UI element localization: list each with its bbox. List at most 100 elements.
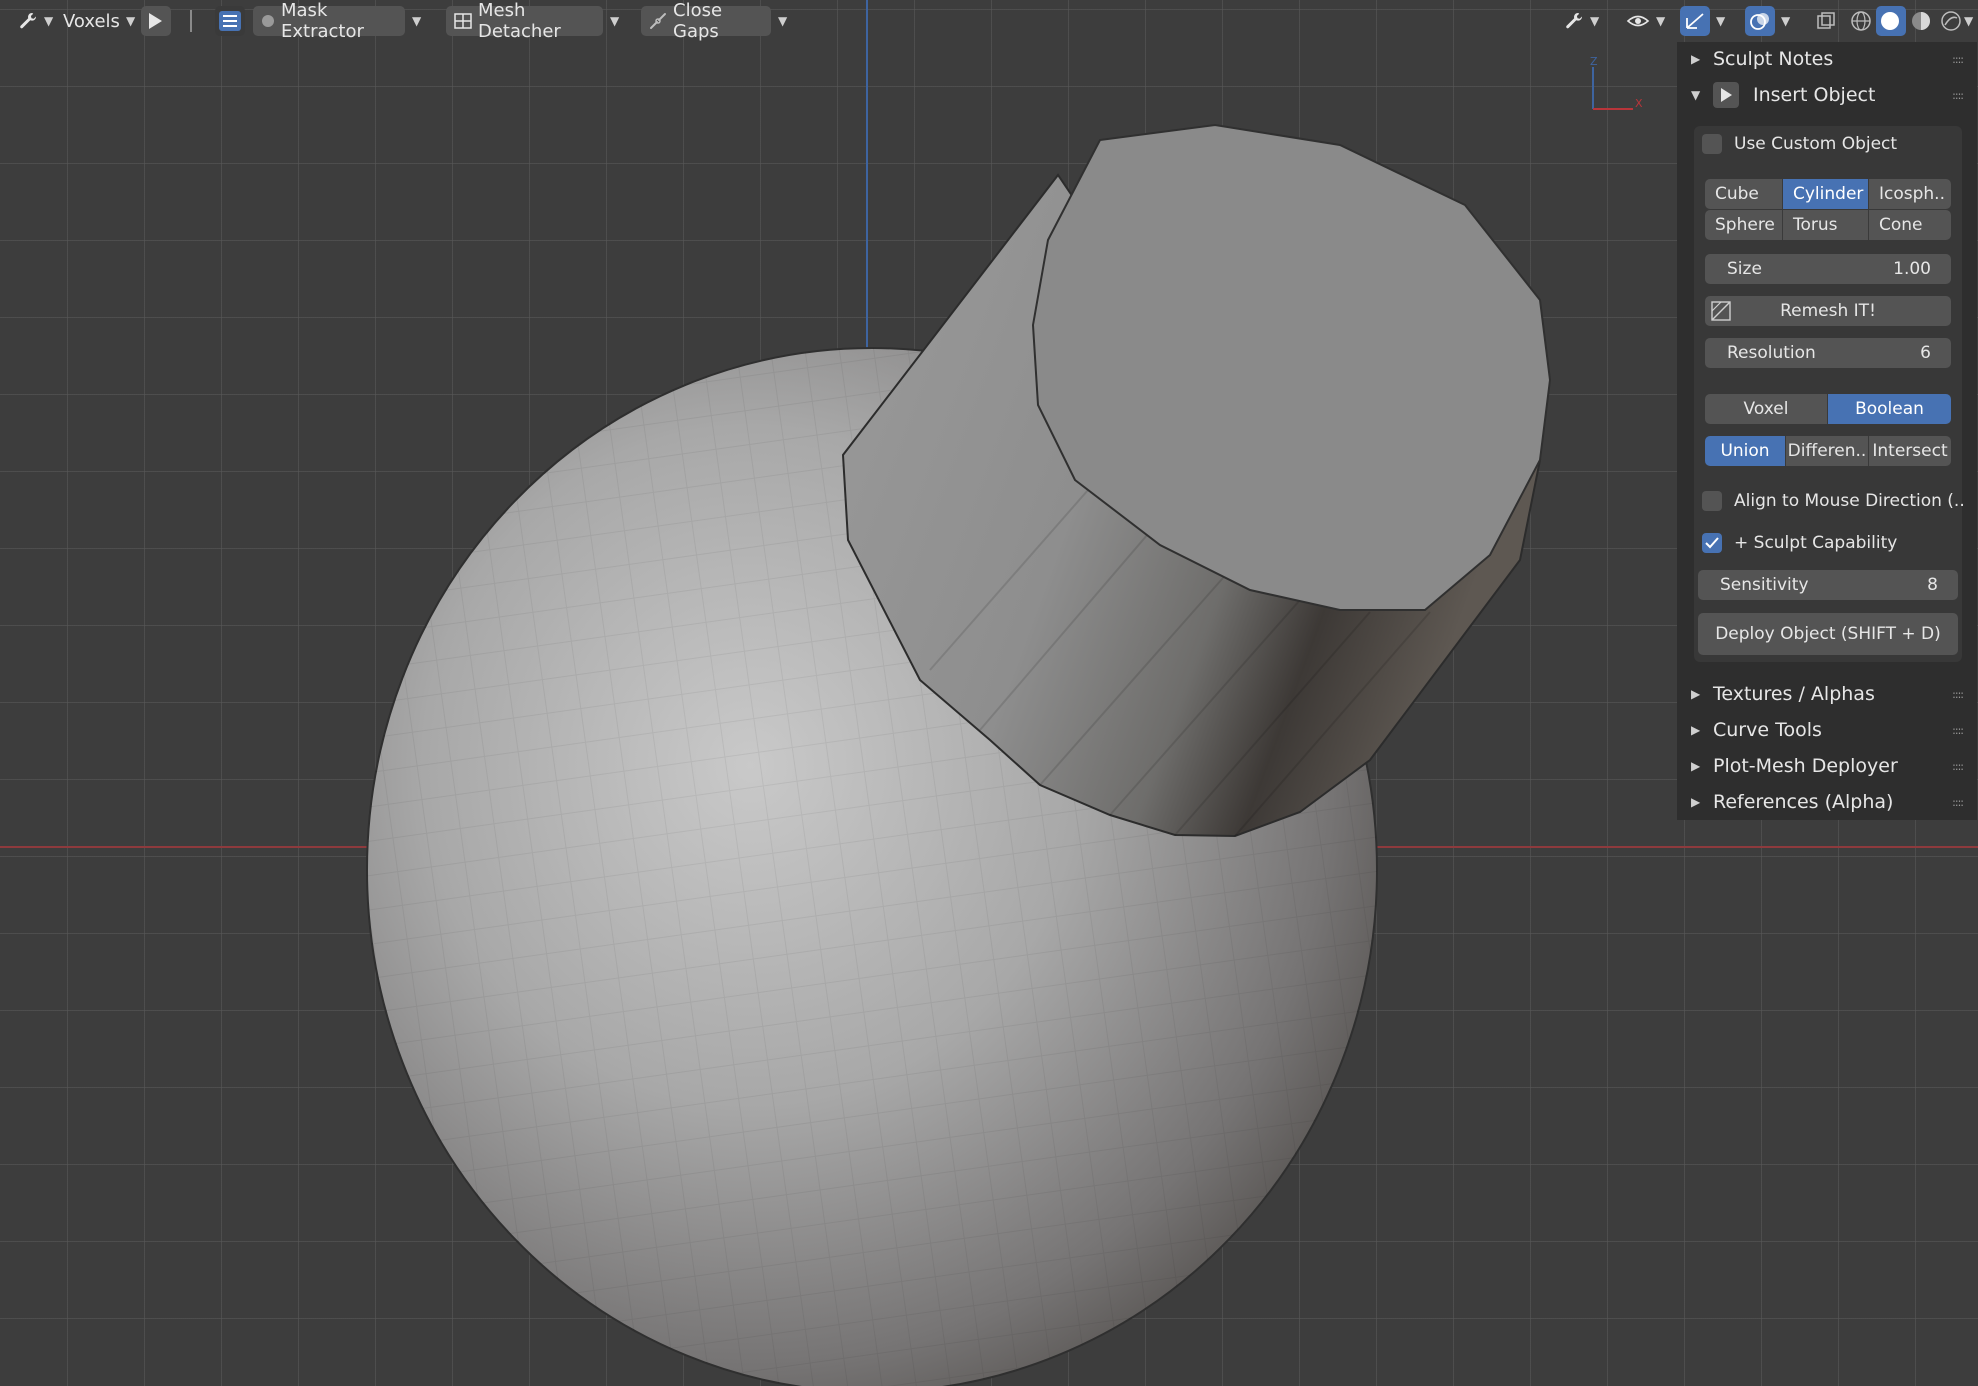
navigation-gizmo[interactable]: Z X (1585, 55, 1645, 115)
chevron-down-icon: ▼ (412, 14, 422, 28)
overlays-dropdown[interactable]: ▼ (1777, 6, 1794, 36)
close-gaps-button[interactable]: Close Gaps (641, 0, 771, 42)
sensitivity-value: 8 (1927, 575, 1938, 595)
mesh-detacher-dropdown[interactable]: ▼ (604, 6, 625, 36)
align-mouse-row[interactable]: Align to Mouse Direction (.. (1702, 488, 1965, 514)
boolean-union-button[interactable]: Union (1705, 436, 1786, 466)
drag-grip-icon[interactable]: :::: (1952, 796, 1964, 809)
panel-label: References (Alpha) (1713, 791, 1894, 813)
collapsed-triangle-icon: ▶ (1691, 759, 1701, 773)
panel-label: Insert Object (1753, 84, 1876, 106)
shading-wireframe-button[interactable] (1848, 6, 1874, 36)
gizmo-toggle-button[interactable] (1680, 6, 1710, 36)
mode-label: Voxels (63, 10, 120, 32)
shading-material-button[interactable] (1908, 6, 1934, 36)
chevron-down-icon: ▼ (778, 14, 788, 28)
boolean-difference-button[interactable]: Differen.. (1786, 436, 1869, 466)
method-voxel-button[interactable]: Voxel (1705, 394, 1828, 424)
resolution-value: 6 (1920, 343, 1931, 363)
panel-references-alpha[interactable]: ▶ References (Alpha) :::: (1677, 785, 1977, 819)
viewport-header: ▼ Voxels ▼ Mask Extractor ▼ Mesh Detache… (0, 0, 1978, 42)
use-custom-object-checkbox[interactable] (1702, 134, 1722, 154)
tool-settings-button[interactable]: ▼ (10, 6, 61, 36)
resolution-field[interactable]: Resolution 6 (1705, 338, 1951, 368)
chevron-down-icon: ▼ (1716, 14, 1726, 28)
mesh-detacher-button[interactable]: Mesh Detacher (446, 0, 603, 42)
deploy-object-label: Deploy Object (SHIFT + D) (1715, 624, 1941, 644)
hamburger-icon (219, 11, 241, 31)
panel-curve-tools[interactable]: ▶ Curve Tools :::: (1677, 713, 1977, 747)
link-icon (649, 12, 667, 30)
solid-sphere-icon (1879, 10, 1901, 32)
mask-extractor-dropdown[interactable]: ▼ (406, 6, 427, 36)
overlays-icon (1749, 11, 1771, 31)
mask-dot-icon (261, 14, 275, 28)
mask-extractor-button[interactable]: Mask Extractor (253, 0, 405, 42)
mesh-detacher-label: Mesh Detacher (478, 0, 561, 42)
close-gaps-dropdown[interactable]: ▼ (772, 6, 793, 36)
wireframe-sphere-icon (1850, 10, 1872, 32)
close-gaps-label: Close Gaps (673, 0, 723, 42)
collapsed-triangle-icon: ▶ (1691, 723, 1701, 737)
primitive-cylinder-button[interactable]: Cylinder (1783, 179, 1869, 209)
drag-grip-icon[interactable]: :::: (1952, 53, 1964, 66)
resolution-label: Resolution (1727, 343, 1816, 363)
menu-button[interactable] (215, 6, 245, 36)
panel-label: Textures / Alphas (1713, 683, 1875, 705)
align-mouse-label: Align to Mouse Direction (.. (1734, 491, 1965, 511)
chevron-down-icon: ▼ (1964, 14, 1974, 28)
panel-plot-mesh-deployer[interactable]: ▶ Plot-Mesh Deployer :::: (1677, 749, 1977, 783)
primitive-torus-button[interactable]: Torus (1783, 210, 1869, 240)
sculpt-capability-label: + Sculpt Capability (1734, 533, 1898, 553)
remesh-button[interactable]: Remesh IT! (1705, 296, 1951, 326)
shading-dropdown[interactable]: ▼ (1962, 6, 1975, 36)
run-button[interactable] (141, 6, 171, 36)
sensitivity-field[interactable]: Sensitivity 8 (1698, 570, 1958, 600)
panel-insert-object[interactable]: ▼ Insert Object :::: (1677, 78, 1977, 112)
primitive-row-1: Cube Cylinder Icosph.. (1705, 179, 1951, 209)
collapsed-triangle-icon: ▶ (1691, 687, 1701, 701)
panel-label: Curve Tools (1713, 719, 1822, 741)
visibility-button[interactable]: ▼ (1622, 6, 1669, 36)
collapsed-triangle-icon: ▶ (1691, 795, 1701, 809)
mask-extractor-label: Mask Extractor (281, 0, 364, 42)
mode-dropdown[interactable]: Voxels ▼ (55, 6, 143, 36)
align-mouse-checkbox[interactable] (1702, 491, 1722, 511)
use-custom-object-row[interactable]: Use Custom Object (1702, 131, 1897, 157)
primitive-sphere-button[interactable]: Sphere (1705, 210, 1783, 240)
boolean-intersect-button[interactable]: Intersect (1869, 436, 1951, 466)
remesh-label: Remesh IT! (1780, 301, 1876, 321)
gizmo-icon (1684, 11, 1706, 31)
drag-grip-icon[interactable]: :::: (1952, 760, 1964, 773)
tool-options-button[interactable]: ▼ (1560, 6, 1603, 36)
sculpt-capability-checkbox[interactable] (1702, 533, 1722, 553)
primitive-row-2: Sphere Torus Cone (1705, 210, 1951, 240)
material-sphere-icon (1910, 10, 1932, 32)
xray-toggle-button[interactable] (1812, 6, 1840, 36)
insert-object-run-icon[interactable] (1713, 82, 1739, 108)
overlays-toggle-button[interactable] (1745, 6, 1775, 36)
sculpt-capability-row[interactable]: + Sculpt Capability (1702, 530, 1897, 556)
wrench-icon (1564, 11, 1584, 31)
drag-grip-icon[interactable]: :::: (1952, 724, 1964, 737)
panel-textures-alphas[interactable]: ▶ Textures / Alphas :::: (1677, 677, 1977, 711)
shading-rendered-button[interactable] (1938, 6, 1964, 36)
size-label: Size (1727, 259, 1762, 279)
sensitivity-label: Sensitivity (1720, 575, 1809, 595)
mesh-icon (454, 13, 472, 29)
drag-grip-icon[interactable]: :::: (1952, 688, 1964, 701)
wrench-icon (18, 11, 38, 31)
collapsed-triangle-icon: ▶ (1691, 52, 1701, 66)
primitive-icosphere-button[interactable]: Icosph.. (1869, 179, 1951, 209)
method-boolean-button[interactable]: Boolean (1828, 394, 1951, 424)
size-value: 1.00 (1893, 259, 1931, 279)
primitive-cube-button[interactable]: Cube (1705, 179, 1783, 209)
panel-sculpt-notes[interactable]: ▶ Sculpt Notes :::: (1677, 42, 1977, 76)
panel-label: Sculpt Notes (1713, 48, 1834, 70)
primitive-cone-button[interactable]: Cone (1869, 210, 1951, 240)
deploy-object-button[interactable]: Deploy Object (SHIFT + D) (1698, 613, 1958, 655)
drag-grip-icon[interactable]: :::: (1952, 89, 1964, 102)
gizmo-dropdown[interactable]: ▼ (1712, 6, 1729, 36)
size-field[interactable]: Size 1.00 (1705, 254, 1951, 284)
shading-solid-button[interactable] (1876, 6, 1906, 36)
